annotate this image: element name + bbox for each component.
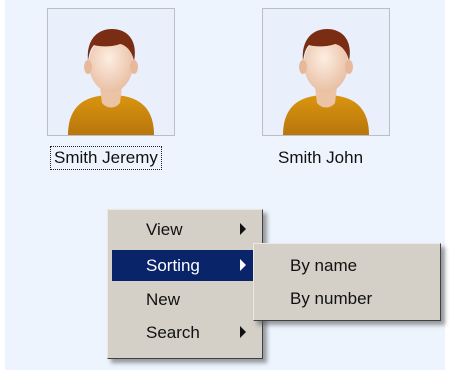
menu-item-by-number[interactable]: By number [258, 283, 436, 314]
window-canvas: Smith Jeremy Smith John View Sorting New… [0, 0, 450, 374]
user-avatar-icon [68, 29, 154, 135]
submenu-arrow-icon [240, 259, 246, 271]
menu-item-label: By name [290, 256, 358, 275]
menu-item-by-name[interactable]: By name [258, 250, 436, 281]
submenu-arrow-icon [240, 223, 246, 235]
menu-item-label: Sorting [146, 256, 200, 275]
contact-item-smith-john[interactable]: Smith John [248, 8, 390, 183]
menu-item-view[interactable]: View [112, 214, 258, 245]
menu-item-label: New [146, 290, 181, 309]
contact-name-label[interactable]: Smith John [278, 147, 363, 169]
menu-item-new[interactable]: New [112, 284, 258, 315]
contact-avatar[interactable] [47, 8, 175, 136]
contact-avatar[interactable] [262, 8, 390, 136]
contact-item-smith-jeremy[interactable]: Smith Jeremy [33, 8, 175, 183]
menu-item-label: By number [290, 289, 373, 308]
contact-name-label[interactable]: Smith Jeremy [50, 146, 162, 170]
sorting-submenu: By name By number [253, 243, 441, 321]
menu-item-sorting[interactable]: Sorting [112, 250, 258, 281]
submenu-arrow-icon [240, 326, 246, 338]
menu-item-search[interactable]: Search [112, 317, 258, 348]
menu-item-label: View [146, 220, 183, 239]
context-menu: View Sorting New Search [107, 209, 263, 359]
menu-item-label: Search [146, 323, 200, 342]
user-avatar-icon [283, 29, 369, 135]
